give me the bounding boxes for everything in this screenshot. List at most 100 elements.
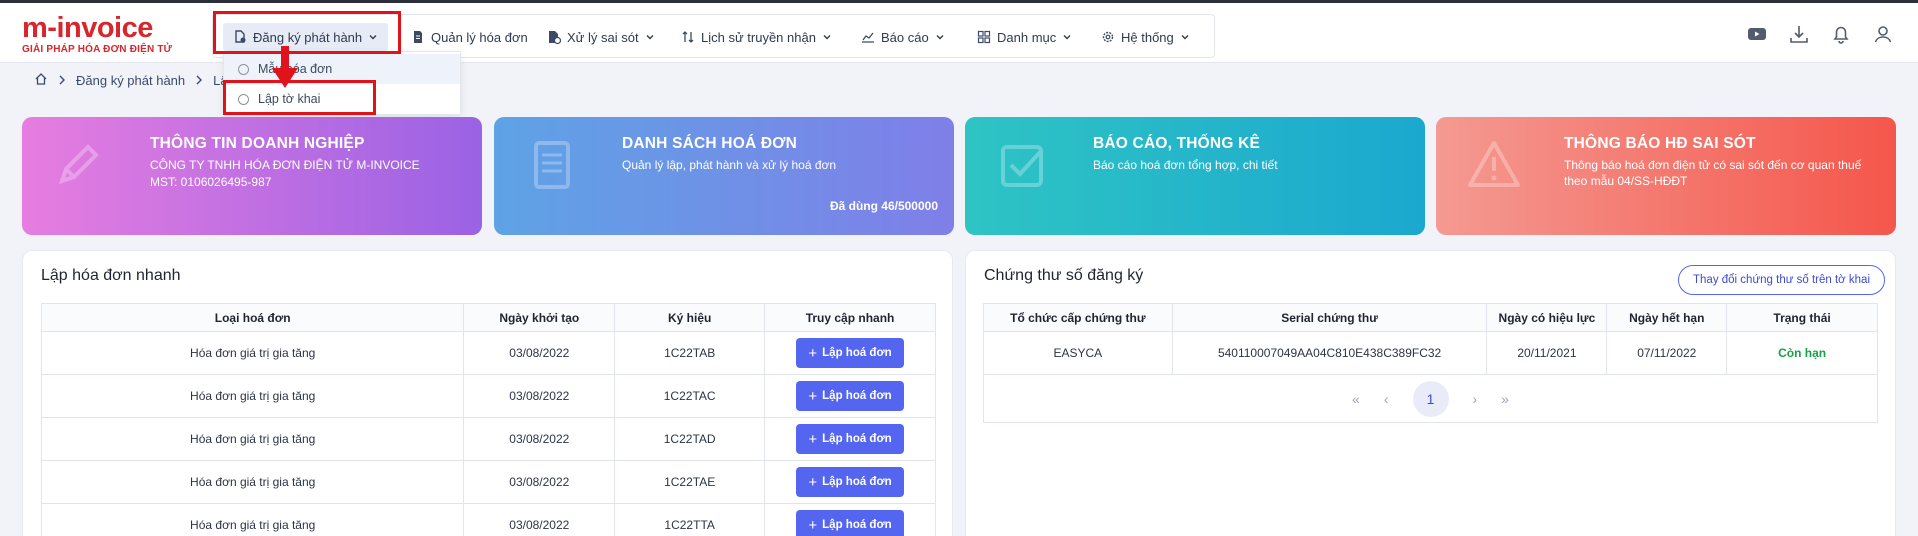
card-error-notice[interactable]: THÔNG BÁO HĐ SAI SÓT Thông báo hoá đơn đ…	[1436, 117, 1896, 235]
cell-action: + Lập hoá đơn	[764, 503, 936, 536]
cell-action: + Lập hoá đơn	[764, 417, 936, 461]
card-title: DANH SÁCH HOÁ ĐƠN	[622, 135, 798, 152]
button-label: Lập hoá đơn	[822, 390, 892, 402]
breadcrumb-item[interactable]: Đăng ký phát hành	[76, 73, 185, 88]
card-title: BÁO CÁO, THỐNG KÊ	[1093, 135, 1261, 152]
card-title: THÔNG BÁO HĐ SAI SÓT	[1564, 135, 1756, 152]
pagination: « ‹ 1 › »	[984, 380, 1877, 417]
card-text: Thông báo hoá đơn điện tử có sai sót đến…	[1564, 158, 1862, 172]
logo[interactable]: m-invoice GIẢI PHÁP HÓA ĐƠN ĐIỆN TỬ	[22, 13, 192, 59]
create-invoice-button[interactable]: + Lập hoá đơn	[796, 467, 905, 497]
card-company-info[interactable]: THÔNG TIN DOANH NGHIỆP CÔNG TY TNHH HÓA …	[22, 117, 482, 235]
table-row: Hóa đơn giá trị gia tăng 03/08/2022 1C22…	[40, 460, 936, 504]
cell-code: 1C22TAB	[614, 331, 766, 375]
table-row: Hóa đơn giá trị gia tăng 03/08/2022 1C22…	[40, 503, 936, 536]
certificate-table: Tổ chức cấp chứng thư Serial chứng thư N…	[983, 303, 1878, 423]
column-header: Ngày có hiệu lực	[1486, 303, 1608, 332]
chevron-down-icon	[936, 35, 944, 40]
card-text: MST: 0106026495-987	[150, 175, 272, 189]
cell-date: 03/08/2022	[463, 417, 616, 461]
cell-code: 1C22TAD	[614, 417, 766, 461]
cell-action: + Lập hoá đơn	[764, 331, 936, 375]
card-text: CÔNG TY TNHH HÓA ĐƠN ĐIỆN TỬ M-INVOICE	[150, 158, 420, 172]
nav-label: Lịch sử truyền nhận	[701, 29, 816, 45]
cell-type: Hóa đơn giá trị gia tăng	[40, 331, 465, 375]
logo-text: m-invoice	[22, 12, 153, 44]
button-label: Lập hoá đơn	[822, 433, 892, 445]
card-reports[interactable]: BÁO CÁO, THỐNG KÊ Báo cáo hoá đơn tổng h…	[965, 117, 1425, 235]
table-header-row: Loại hoá đơn Ngày khởi tạo Ký hiệu Truy …	[40, 303, 936, 332]
usage-count: Đã dùng 46/500000	[829, 199, 938, 213]
nav-bao-cao[interactable]: Báo cáo	[861, 23, 945, 51]
certificate-panel: Chứng thư số đăng ký Thay đổi chứng thư …	[965, 250, 1896, 536]
column-header: Truy cập nhanh	[764, 303, 936, 332]
nav-quan-ly-hoa-don[interactable]: Quản lý hóa đơn	[411, 23, 528, 51]
grid-icon	[977, 30, 991, 44]
plus-icon: +	[808, 430, 818, 448]
radio-icon	[238, 63, 249, 75]
chevron-down-icon	[646, 35, 654, 40]
cell-type: Hóa đơn giá trị gia tăng	[40, 460, 465, 504]
user-icon[interactable]	[1872, 23, 1894, 45]
plus-icon: +	[808, 344, 818, 362]
nav-label: Quản lý hóa đơn	[431, 29, 528, 45]
column-header: Loại hoá đơn	[40, 303, 465, 332]
cell-code: 1C22TTA	[614, 503, 766, 536]
last-page-button[interactable]: »	[1501, 391, 1509, 407]
cell-date: 03/08/2022	[463, 374, 616, 418]
change-certificate-button[interactable]: Thay đổi chứng thư số trên tờ khai	[1678, 265, 1885, 295]
table-row: Hóa đơn giá trị gia tăng 03/08/2022 1C22…	[40, 417, 936, 461]
table-header-row: Tổ chức cấp chứng thư Serial chứng thư N…	[983, 303, 1878, 332]
button-label: Lập hoá đơn	[822, 476, 892, 488]
cell-type: Hóa đơn giá trị gia tăng	[40, 374, 465, 418]
create-invoice-button[interactable]: + Lập hoá đơn	[796, 338, 905, 368]
warning-icon	[1468, 141, 1520, 187]
chevron-right-icon	[58, 73, 66, 88]
column-header: Serial chứng thư	[1171, 303, 1488, 332]
quick-invoice-panel: Lập hóa đơn nhanh Loại hoá đơn Ngày khởi…	[22, 250, 953, 536]
panel-title: Lập hóa đơn nhanh	[41, 267, 181, 284]
column-header: Trạng thái	[1726, 303, 1878, 332]
nav-he-thong[interactable]: Hệ thống	[1101, 23, 1190, 51]
first-page-button[interactable]: «	[1352, 391, 1360, 407]
sort-arrows-icon	[681, 30, 695, 44]
prev-page-button[interactable]: ‹	[1384, 391, 1389, 407]
breadcrumb: Đăng ký phát hành Lập	[34, 72, 235, 89]
highlight-box-menu-item	[223, 80, 376, 115]
nav-label: Xử lý sai sót	[567, 29, 639, 45]
cell-type: Hóa đơn giá trị gia tăng	[40, 417, 465, 461]
logo-tagline: GIẢI PHÁP HÓA ĐƠN ĐIỆN TỬ	[22, 44, 173, 55]
pager-cell: « ‹ 1 › »	[983, 374, 1878, 423]
gear-icon	[1101, 30, 1115, 44]
column-header: Ngày khởi tạo	[463, 303, 616, 332]
cell-serial: 540110007049AA04C810E438C389FC32	[1171, 331, 1488, 375]
create-invoice-button[interactable]: + Lập hoá đơn	[796, 424, 905, 454]
invoice-icon	[411, 30, 425, 44]
home-icon[interactable]	[34, 72, 48, 89]
chevron-down-icon	[1063, 35, 1071, 40]
table-row: Hóa đơn giá trị gia tăng 03/08/2022 1C22…	[40, 374, 936, 418]
panel-title: Chứng thư số đăng ký	[984, 267, 1144, 284]
card-invoice-list[interactable]: DANH SÁCH HOÁ ĐƠN Quản lý lập, phát hành…	[494, 117, 954, 235]
plus-icon: +	[808, 387, 818, 405]
nav-xu-ly-sai-sot[interactable]: Xử lý sai sót	[547, 23, 655, 51]
cell-code: 1C22TAC	[614, 374, 766, 418]
card-text: Quản lý lập, phát hành và xử lý hoá đơn	[622, 158, 837, 172]
plus-icon: +	[808, 516, 818, 534]
youtube-icon[interactable]	[1746, 23, 1768, 45]
chevron-down-icon	[1181, 35, 1189, 40]
nav-danh-muc[interactable]: Danh mục	[977, 23, 1072, 51]
create-invoice-button[interactable]: + Lập hoá đơn	[796, 510, 905, 536]
button-label: Lập hoá đơn	[822, 519, 892, 531]
table-row: EASYCA 540110007049AA04C810E438C389FC32 …	[983, 331, 1878, 375]
next-page-button[interactable]: ›	[1473, 391, 1478, 407]
nav-label: Báo cáo	[881, 29, 929, 45]
document-icon	[534, 141, 570, 189]
create-invoice-button[interactable]: + Lập hoá đơn	[796, 381, 905, 411]
checkbox-icon	[1001, 145, 1044, 187]
nav-lich-su-truyen-nhan[interactable]: Lịch sử truyền nhận	[681, 23, 832, 51]
bell-icon[interactable]	[1830, 23, 1852, 45]
download-icon[interactable]	[1788, 23, 1810, 45]
current-page-button[interactable]: 1	[1412, 380, 1449, 417]
plus-icon: +	[808, 473, 818, 491]
